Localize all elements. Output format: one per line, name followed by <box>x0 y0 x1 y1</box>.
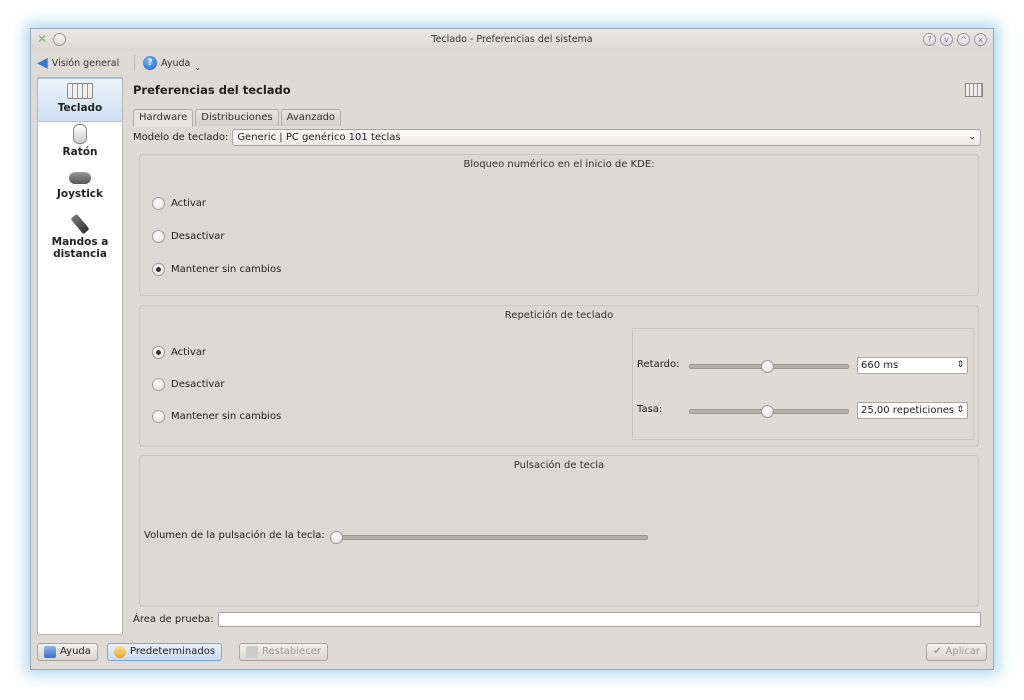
radio-label: Mantener sin cambios <box>171 264 282 275</box>
sidebar-item-keyboard[interactable]: Teclado <box>38 78 122 122</box>
help-window-button[interactable]: ? <box>923 33 936 46</box>
sidebar-item-remote[interactable]: Mandos a distancia <box>38 213 122 266</box>
key-repeat-title: Repetición de teclado <box>504 310 614 321</box>
keyboard-model-label: Modelo de teclado: <box>133 131 229 143</box>
delay-spinbox[interactable]: 660 ms ⇕ <box>857 357 968 374</box>
settings-window: ✕ Teclado - Preferencias del sistema ? v… <box>30 28 994 670</box>
button-bar: Ayuda Predeterminados Restablecer ✔ Apli… <box>31 639 993 667</box>
sidebar-item-mouse[interactable]: Ratón <box>38 124 122 164</box>
reset-icon <box>246 646 258 658</box>
defaults-icon <box>114 646 126 658</box>
close-button[interactable]: x <box>974 33 987 46</box>
keyboard-model-value: Generic | PC genérico 101 teclas <box>237 131 401 143</box>
rate-label: Tasa: <box>637 404 663 415</box>
radio-indicator <box>152 346 165 359</box>
repeat-on-radio[interactable]: Activar <box>152 346 206 359</box>
radio-label: Desactivar <box>171 231 225 242</box>
spin-arrows-icon: ⇕ <box>956 360 964 370</box>
sidebar-item-label: Ratón <box>62 146 98 158</box>
tab-advanced[interactable]: Avanzado <box>280 109 342 126</box>
keyboard-model-select[interactable]: Generic | PC genérico 101 teclas ⌄ <box>232 128 981 146</box>
joystick-icon <box>69 172 91 184</box>
keyboard-icon <box>67 83 93 99</box>
overview-label: Visión general <box>51 57 120 69</box>
window-title: Teclado - Preferencias del sistema <box>431 34 593 45</box>
tab-hardware[interactable]: Hardware <box>133 109 194 127</box>
help-label: Ayuda <box>161 57 191 69</box>
numlock-off-radio[interactable]: Desactivar <box>152 230 225 243</box>
keyboard-grid-icon <box>965 83 983 97</box>
test-area-input[interactable] <box>217 611 981 627</box>
radio-label: Activar <box>171 198 207 209</box>
rate-value: 25,00 repeticiones <box>861 405 955 416</box>
radio-label: Mantener sin cambios <box>171 411 282 422</box>
overview-button[interactable]: ◀ Visión general <box>37 54 119 72</box>
key-repeat-group: Repetición de teclado Activar Desactivar… <box>139 305 979 447</box>
numlock-group: Bloqueo numérico en el inicio de KDE: Ac… <box>139 154 979 296</box>
apply-button-label: Aplicar <box>945 646 980 657</box>
radio-label: Activar <box>171 347 207 358</box>
remote-icon <box>70 213 90 235</box>
rate-spinbox[interactable]: 25,00 repeticiones ⇕ <box>857 402 968 419</box>
tab-bar: Hardware Distribuciones Avanzado <box>133 109 342 127</box>
key-click-group: Pulsación de tecla Volumen de la pulsaci… <box>139 455 979 607</box>
apply-button[interactable]: ✔ Aplicar <box>926 643 987 661</box>
key-click-title: Pulsación de tecla <box>513 460 605 471</box>
numlock-unchanged-radio[interactable]: Mantener sin cambios <box>152 263 281 276</box>
toolbar-separator <box>134 55 135 71</box>
click-volume-slider[interactable] <box>334 535 648 540</box>
radio-indicator <box>152 197 165 210</box>
delay-slider-handle[interactable] <box>761 360 774 373</box>
defaults-button-label: Predeterminados <box>130 646 216 657</box>
radio-indicator <box>152 263 165 276</box>
click-volume-label: Volumen de la pulsación de la tecla: <box>144 530 325 541</box>
category-sidebar: Teclado Ratón Joystick Mandos a distanci… <box>37 77 123 635</box>
checkmark-icon: ✔ <box>933 646 942 657</box>
numlock-on-radio[interactable]: Activar <box>152 197 206 210</box>
minimize-button[interactable]: v <box>940 33 953 46</box>
maximize-button[interactable]: ^ <box>957 33 970 46</box>
radio-indicator <box>152 230 165 243</box>
sidebar-item-label: Mandos a distancia <box>51 236 109 260</box>
tab-layouts[interactable]: Distribuciones <box>195 109 279 126</box>
help-icon: ? <box>143 56 157 70</box>
help-button[interactable]: Ayuda <box>37 643 98 661</box>
toolbar: ◀ Visión general ? Ayuda ⌄ <box>31 51 993 75</box>
radio-label: Desactivar <box>171 379 225 390</box>
back-arrow-icon: ◀ <box>37 55 48 71</box>
help-book-icon <box>44 646 56 658</box>
repeat-off-radio[interactable]: Desactivar <box>152 378 225 391</box>
test-area-row: Área de prueba: <box>133 611 981 627</box>
radio-indicator <box>152 410 165 423</box>
mouse-icon <box>73 124 87 144</box>
page-title: Preferencias del teclado <box>133 83 291 97</box>
radio-indicator <box>152 378 165 391</box>
help-menu-button[interactable]: ? Ayuda ⌄ <box>143 54 201 72</box>
content-area: Preferencias del teclado Hardware Distri… <box>125 77 989 637</box>
help-button-label: Ayuda <box>60 646 91 657</box>
rate-slider-handle[interactable] <box>761 405 774 418</box>
delay-value: 660 ms <box>861 360 899 371</box>
keyboard-model-row: Modelo de teclado: Generic | PC genérico… <box>133 128 981 146</box>
chevron-down-icon: ⌄ <box>194 62 202 72</box>
title-bar: ✕ Teclado - Preferencias del sistema ? v… <box>31 29 993 51</box>
test-area-label: Área de prueba: <box>133 613 214 625</box>
reset-button[interactable]: Restablecer <box>239 643 328 661</box>
sidebar-item-label: Teclado <box>57 102 103 114</box>
numlock-title: Bloqueo numérico en el inicio de KDE: <box>463 159 655 170</box>
spin-arrows-icon: ⇕ <box>956 405 964 415</box>
click-volume-handle[interactable] <box>330 531 343 544</box>
reset-button-label: Restablecer <box>262 646 321 657</box>
chevron-down-icon: ⌄ <box>968 131 976 142</box>
defaults-button[interactable]: Predeterminados <box>107 643 223 661</box>
sidebar-item-joystick[interactable]: Joystick <box>38 168 122 208</box>
repeat-settings-box: Retardo: 660 ms ⇕ Tasa: 25,00 repeticion… <box>632 328 974 440</box>
sidebar-item-label: Joystick <box>56 188 104 200</box>
repeat-unchanged-radio[interactable]: Mantener sin cambios <box>152 410 281 423</box>
delay-label: Retardo: <box>637 359 680 370</box>
